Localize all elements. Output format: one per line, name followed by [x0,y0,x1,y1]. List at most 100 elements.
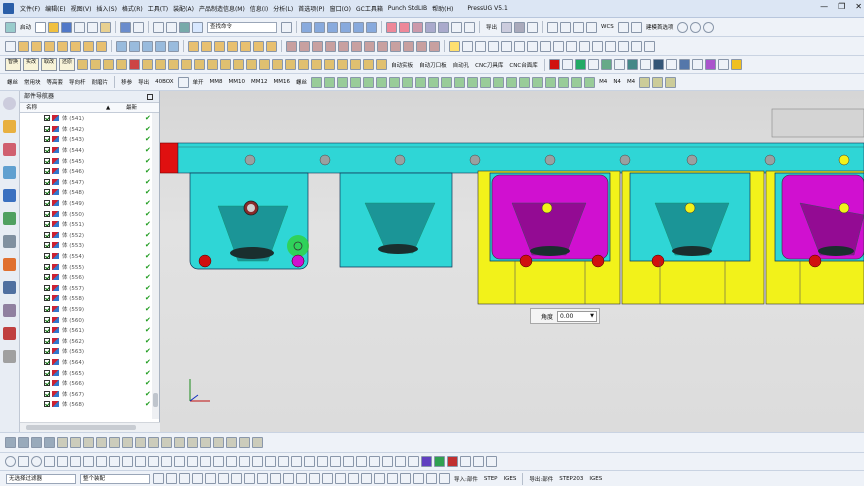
view-icon-5[interactable] [353,21,365,33]
tool-icon-47[interactable] [428,76,440,88]
system-scenes-icon[interactable] [3,327,16,340]
menu-punch-stdlib[interactable]: Punch StdLIB [388,5,427,12]
new-file-icon[interactable] [35,21,47,33]
tree-row[interactable]: 体 (559) ✔ [20,304,159,315]
visibility-checkbox[interactable] [44,295,50,302]
tree-row[interactable]: 体 (568) ✔ [20,399,159,410]
tool-icon-b5[interactable] [57,437,68,448]
line-tool-icon-6[interactable] [135,456,146,467]
reuse-library-icon[interactable] [3,189,16,202]
plane-icon[interactable] [586,21,598,33]
rect-tool-icon[interactable] [44,456,55,467]
polygon-tool-icon[interactable] [18,456,29,467]
visibility-checkbox[interactable] [44,168,50,175]
tool-icon-6[interactable] [142,59,154,70]
tool-icon-b11[interactable] [135,437,146,448]
snap-tool-icon-6[interactable] [218,473,229,484]
line-tool-icon-10[interactable] [187,456,198,467]
save-icon[interactable] [61,21,73,33]
line-tool-icon-26[interactable] [395,456,406,467]
visibility-checkbox[interactable] [44,221,50,228]
cnc-tool-library-button[interactable]: CNC刀具库 [475,61,503,69]
offset-icon[interactable] [240,40,251,52]
tool-icon-49[interactable] [454,76,466,88]
line-tool-icon-13[interactable] [226,456,237,467]
menu-window[interactable]: 窗口(O) [330,4,351,13]
tree-row[interactable]: 体 (552) ✔ [20,230,159,241]
tool-icon-13[interactable] [233,59,245,70]
visibility-checkbox[interactable] [44,125,50,132]
tool-icon-52[interactable] [493,76,505,88]
sync-icon-12[interactable] [429,40,440,52]
color-square-icon-3[interactable] [447,456,458,467]
tool-icon-21[interactable] [337,59,349,70]
surface-icon-3[interactable] [412,21,424,33]
tool-icon-b16[interactable] [200,437,211,448]
export-button[interactable]: 导出 [486,23,497,31]
pattern-icon[interactable] [253,40,264,52]
tree-row[interactable]: 体 (565) ✔ [20,367,159,378]
tree-row[interactable]: 体 (543) ✔ [20,134,159,145]
tool-icon-b20[interactable] [252,437,263,448]
tool-icon-39[interactable] [324,76,336,88]
red-edge-block[interactable] [160,142,179,174]
snap-tool-icon-20[interactable] [400,473,411,484]
tool-icon-54[interactable] [519,76,531,88]
tool-icon-7[interactable] [155,59,167,70]
line-tool-icon-9[interactable] [174,456,185,467]
snap-tool-icon-11[interactable] [283,473,294,484]
tool-icon-42[interactable] [363,76,375,88]
view-icon-1[interactable] [301,21,313,33]
tree-row[interactable]: 体 (547) ✔ [20,177,159,188]
selection-filter-dropdown[interactable]: 无选择过滤器 [6,473,76,484]
curve-icon-2[interactable] [475,40,486,52]
tool-icon-45[interactable] [402,76,414,88]
wcs-button[interactable]: WCS [601,24,614,30]
sync-icon-7[interactable] [364,40,375,52]
point-icon[interactable] [573,21,585,33]
layer-icon[interactable] [179,21,191,33]
mm16-button[interactable]: MM16 [274,79,291,85]
minimize-icon[interactable]: — [820,2,828,11]
visibility-checkbox[interactable] [44,337,50,344]
tool-icon-8[interactable] [168,59,180,70]
tree-row[interactable]: 体 (556) ✔ [20,272,159,283]
surface-icon-7[interactable] [464,21,476,33]
tool-icon-37[interactable] [717,59,729,70]
tool-icon-60[interactable] [639,76,651,88]
tool-icon-56[interactable] [545,76,557,88]
snap-tool-icon-18[interactable] [374,473,385,484]
snap-tool-icon-19[interactable] [387,473,398,484]
line-tool-icon-28[interactable] [460,456,471,467]
tool-icon-16[interactable] [272,59,284,70]
close-icon[interactable]: ✕ [855,2,862,11]
visibility-checkbox[interactable] [44,231,50,238]
export-icon[interactable] [501,21,513,33]
line-tool-icon-22[interactable] [343,456,354,467]
equal-height-sleeve-button[interactable]: 等高套 [47,78,64,86]
sync-icon-8[interactable] [377,40,388,52]
circle-tool-icon[interactable] [5,456,16,467]
line-tool-icon-5[interactable] [122,456,133,467]
restore-icon[interactable]: ❐ [838,2,845,11]
tree-row[interactable]: 体 (541) ✔ [20,113,159,124]
view-icon-3[interactable] [327,21,339,33]
tool-icon-44[interactable] [389,76,401,88]
visibility-checkbox[interactable] [44,242,50,249]
tool-icon-18[interactable] [298,59,310,70]
screw-button[interactable]: 螺丝 [7,78,18,86]
import-step-button[interactable]: STEP [484,476,498,482]
tool-icon-51[interactable] [480,76,492,88]
hole-icon[interactable] [44,40,55,52]
line-tool-icon-20[interactable] [317,456,328,467]
modeling-preferences-button[interactable]: 建模首选项 [646,23,674,31]
copy-icon[interactable] [87,21,99,33]
snap-tool-icon-13[interactable] [309,473,320,484]
visibility-checkbox[interactable] [44,200,50,207]
snap-tool-icon-1[interactable] [153,473,164,484]
tree-row[interactable]: 体 (562) ✔ [20,335,159,346]
visibility-checkbox[interactable] [44,263,50,270]
tree-row[interactable]: 体 (544) ✔ [20,145,159,156]
tree-row[interactable]: 体 (545) ✔ [20,155,159,166]
open-folder-icon[interactable] [48,21,60,33]
